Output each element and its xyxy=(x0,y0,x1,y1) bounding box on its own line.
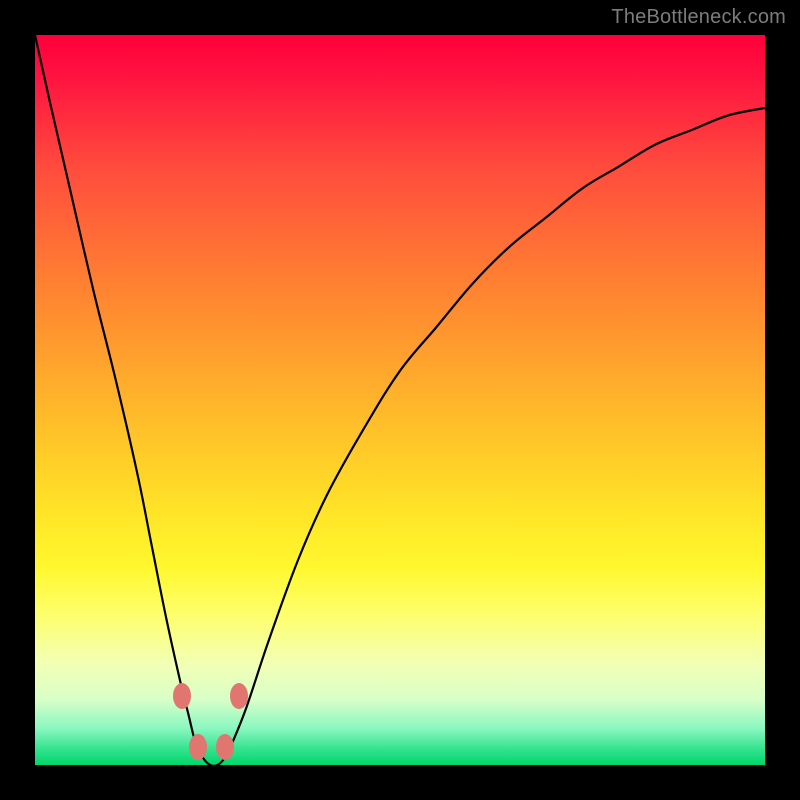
plot-area xyxy=(35,35,765,765)
curve-knob xyxy=(230,683,248,709)
curve-knob xyxy=(189,734,207,760)
watermark-text: TheBottleneck.com xyxy=(611,6,786,29)
curve-knob xyxy=(173,683,191,709)
bottleneck-curve xyxy=(35,35,765,765)
chart-container: TheBottleneck.com xyxy=(0,0,800,800)
curve-knob xyxy=(216,734,234,760)
